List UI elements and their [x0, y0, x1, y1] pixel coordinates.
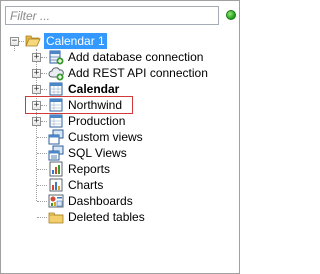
- tree-node-label: SQL Views: [68, 146, 127, 160]
- tree-node-label: Calendar 1: [44, 33, 107, 49]
- highlight-box: [25, 96, 133, 114]
- expand-toggle[interactable]: +: [32, 85, 41, 94]
- tree-node-add-rest-api-connection[interactable]: + Add REST API connection: [1, 65, 239, 81]
- database-add-icon: [48, 49, 64, 65]
- expand-toggle[interactable]: +: [32, 117, 41, 126]
- expand-toggle[interactable]: +: [32, 69, 41, 78]
- tree-node-label: Charts: [68, 178, 104, 192]
- tree-node-label: Deleted tables: [68, 210, 145, 224]
- tree-node-label: Dashboards: [68, 194, 133, 208]
- filter-bar: [1, 1, 239, 32]
- filter-input[interactable]: [5, 6, 219, 25]
- tree-node-label: Production: [68, 114, 126, 128]
- calendar-table-icon: [48, 81, 64, 97]
- tree-node-root[interactable]: − Calendar 1: [1, 33, 239, 49]
- explorer-tree: − Calendar 1 + Add database connection +…: [1, 32, 239, 272]
- collapse-toggle[interactable]: −: [10, 37, 19, 46]
- tree-node-sql-views[interactable]: SQL Views: [1, 145, 239, 161]
- database-explorer-panel: − Calendar 1 + Add database connection +…: [0, 0, 240, 274]
- tree-node-label: Add database connection: [68, 50, 204, 64]
- cloud-add-icon: [48, 65, 64, 81]
- dashboards-icon: [48, 193, 64, 209]
- sql-views-icon: [48, 145, 64, 161]
- tree-node-label: Reports: [68, 162, 111, 176]
- tree-node-label: Add REST API connection: [68, 66, 208, 80]
- tree-node-add-database-connection[interactable]: + Add database connection: [1, 49, 239, 65]
- tree-node-charts[interactable]: Charts: [1, 177, 239, 193]
- tree-node-calendar[interactable]: + Calendar: [1, 81, 239, 97]
- tree-node-reports[interactable]: Reports: [1, 161, 239, 177]
- folder-icon: [48, 209, 64, 225]
- tree-node-production[interactable]: + Production: [1, 113, 239, 129]
- database-table-icon: [48, 113, 64, 129]
- custom-views-icon: [48, 129, 64, 145]
- connection-status-icon: [226, 10, 236, 20]
- tree-node-label: Custom views: [68, 130, 143, 144]
- tree-node-label: Calendar: [68, 82, 120, 96]
- open-folder-icon: [25, 33, 41, 49]
- charts-icon: [48, 177, 64, 193]
- reports-icon: [48, 161, 64, 177]
- tree-node-dashboards[interactable]: Dashboards: [1, 193, 239, 209]
- tree-node-deleted-tables[interactable]: Deleted tables: [1, 209, 239, 225]
- tree-node-custom-views[interactable]: Custom views: [1, 129, 239, 145]
- expand-toggle[interactable]: +: [32, 53, 41, 62]
